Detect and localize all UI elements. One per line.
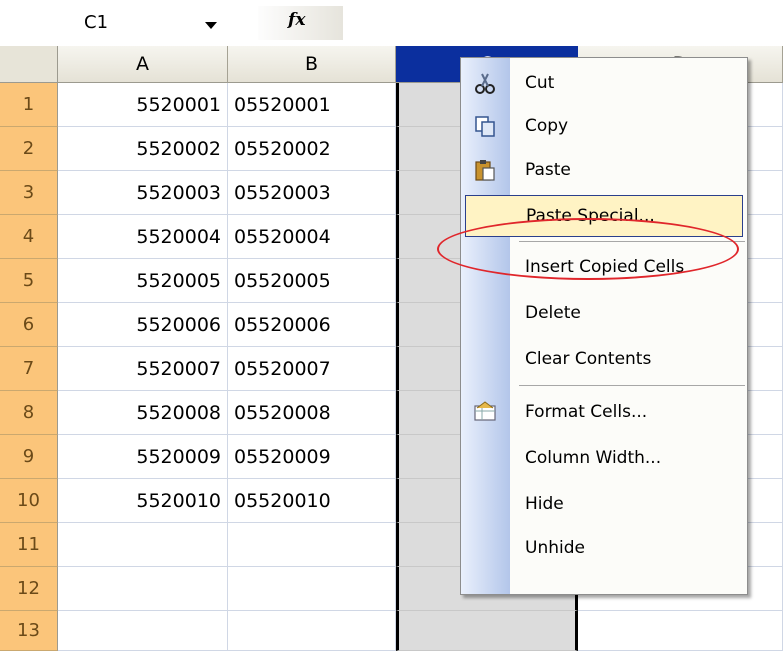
menu-item-label: Paste [525,160,571,180]
cell-a[interactable]: 5520010 [58,479,228,523]
cell-b[interactable]: 05520005 [228,259,396,303]
menu-item-unhide[interactable]: Unhide [461,526,747,570]
cell-a[interactable]: 5520002 [58,127,228,171]
cell-a[interactable]: 5520006 [58,303,228,347]
fx-icon: fx [288,10,306,30]
menu-item-label: Format Cells... [525,402,648,422]
name-box-value: C1 [84,12,109,33]
row-header[interactable]: 8 [0,391,58,435]
row-header[interactable]: 6 [0,303,58,347]
row-header[interactable]: 2 [0,127,58,171]
cell-b[interactable]: 05520003 [228,171,396,215]
row-header[interactable]: 5 [0,259,58,303]
column-header-b[interactable]: B [228,46,396,83]
format-cells-icon [473,400,497,424]
cell-b[interactable]: 05520007 [228,347,396,391]
cell-b[interactable] [228,523,396,567]
menu-item-delete[interactable]: Delete [461,291,747,335]
cell-d[interactable] [578,611,783,651]
menu-item-clear-contents[interactable]: Clear Contents [461,337,747,381]
menu-item-label: Paste Special... [526,206,655,226]
cell-b[interactable]: 05520004 [228,215,396,259]
paste-icon [473,158,497,182]
copy-icon [473,114,497,138]
context-menu: Cut Copy Paste Paste Special... Insert C… [460,57,748,595]
row-header[interactable]: 1 [0,83,58,127]
menu-item-label: Cut [525,73,555,93]
menu-item-copy[interactable]: Copy [461,106,747,146]
menu-item-hide[interactable]: Hide [461,482,747,526]
cell-b[interactable] [228,611,396,651]
name-box[interactable]: C1 [84,10,234,38]
menu-item-paste[interactable]: Paste [461,150,747,190]
cell-a[interactable]: 5520009 [58,435,228,479]
row-header[interactable]: 7 [0,347,58,391]
select-all-corner[interactable] [0,46,58,83]
row-header[interactable]: 10 [0,479,58,523]
menu-item-column-width[interactable]: Column Width... [461,436,747,480]
row-header[interactable]: 4 [0,215,58,259]
cell-b[interactable]: 05520002 [228,127,396,171]
cell-a[interactable]: 5520003 [58,171,228,215]
menu-item-label: Insert Copied Cells [525,257,685,277]
cell-a[interactable]: 5520001 [58,83,228,127]
column-header-a[interactable]: A [58,46,228,83]
scissors-icon [473,71,497,95]
cell-b[interactable]: 05520008 [228,391,396,435]
cell-b[interactable]: 05520001 [228,83,396,127]
menu-item-paste-special[interactable]: Paste Special... [465,195,743,237]
cell-b[interactable]: 05520009 [228,435,396,479]
menu-separator [519,385,745,386]
cell-a[interactable]: 5520008 [58,391,228,435]
menu-item-label: Column Width... [525,448,662,468]
menu-separator [519,241,745,242]
cell-a[interactable]: 5520004 [58,215,228,259]
menu-item-label: Copy [525,116,569,136]
cell-c[interactable] [396,611,578,651]
row-header[interactable]: 3 [0,171,58,215]
cell-a[interactable]: 5520007 [58,347,228,391]
row-header[interactable]: 9 [0,435,58,479]
chevron-down-icon[interactable] [205,22,217,29]
menu-item-format-cells[interactable]: Format Cells... [461,390,747,434]
cell-b[interactable]: 05520006 [228,303,396,347]
cell-a[interactable] [58,611,228,651]
insert-function-button[interactable]: fx [258,6,343,40]
cell-b[interactable]: 05520010 [228,479,396,523]
menu-item-label: Clear Contents [525,349,652,369]
cell-a[interactable] [58,523,228,567]
menu-item-insert-copied-cells[interactable]: Insert Copied Cells [461,246,747,288]
row-header[interactable]: 11 [0,523,58,567]
menu-item-label: Unhide [525,538,585,558]
formula-bar: C1 fx [0,0,783,46]
menu-item-cut[interactable]: Cut [461,64,747,102]
menu-item-label: Delete [525,303,581,323]
row-header[interactable]: 13 [0,611,58,651]
cell-a[interactable] [58,567,228,611]
cell-a[interactable]: 5520005 [58,259,228,303]
cell-b[interactable] [228,567,396,611]
row-header[interactable]: 12 [0,567,58,611]
menu-item-label: Hide [525,494,564,514]
